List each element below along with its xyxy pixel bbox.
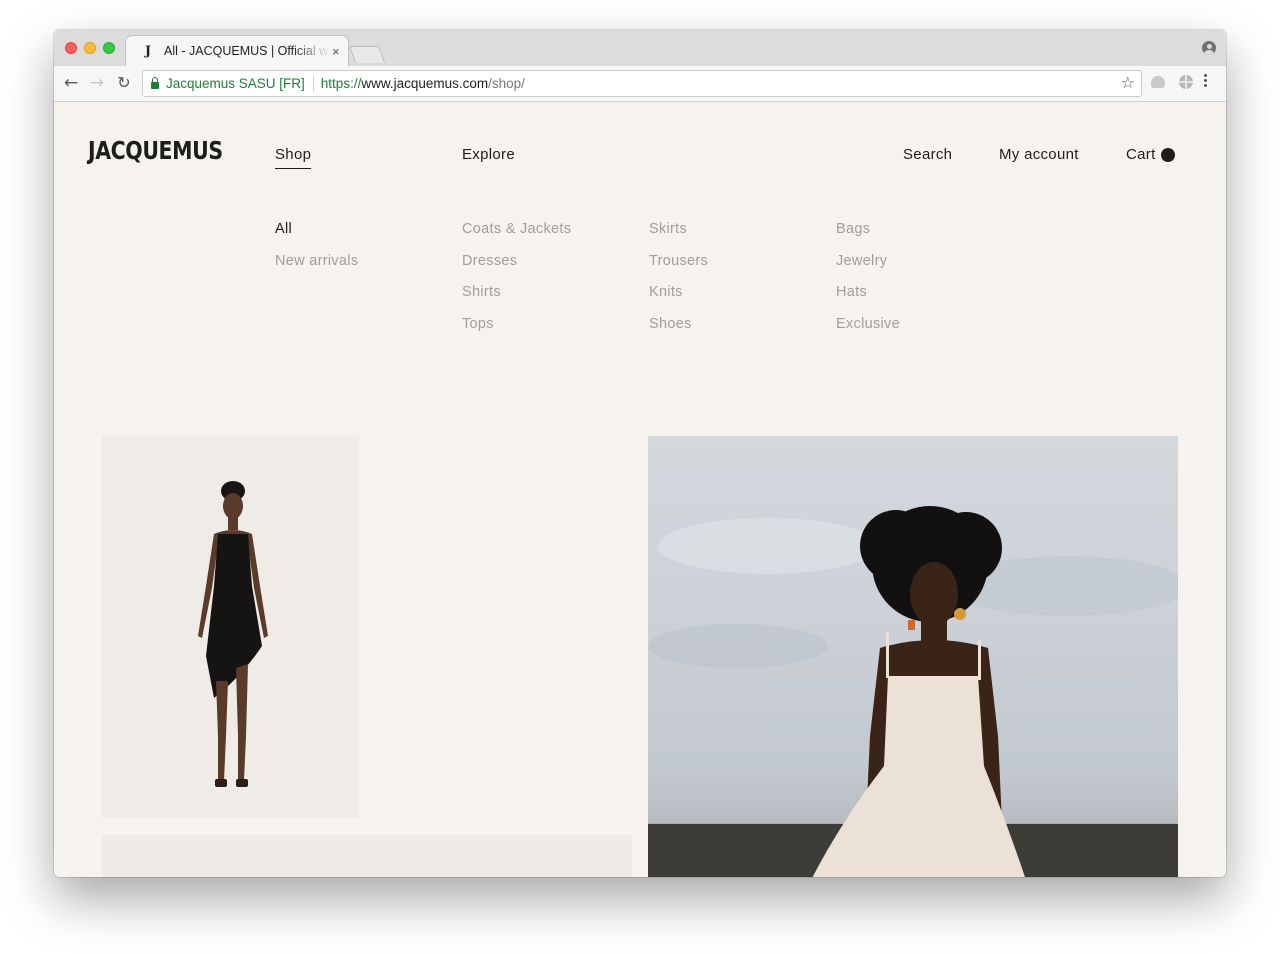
shop-menu-column-3: Skirts Trousers Knits Shoes (649, 214, 708, 341)
editorial-image[interactable] (648, 436, 1178, 877)
product-image-secondary[interactable] (102, 835, 632, 877)
tab-title: All - JACQUEMUS | Official website (164, 44, 330, 58)
browser-toolbar: ← → ↻ Jacquemus SASU [FR] https://www.ja… (54, 66, 1226, 102)
browser-tab[interactable]: J All - JACQUEMUS | Official website × (126, 36, 348, 66)
menu-item-jewelry[interactable]: Jewelry (836, 246, 900, 278)
menu-item-skirts[interactable]: Skirts (649, 214, 708, 246)
menu-item-hats[interactable]: Hats (836, 277, 900, 309)
favicon-icon: J (144, 43, 152, 59)
browser-window: J All - JACQUEMUS | Official website × ←… (54, 30, 1226, 877)
globe-extension-icon[interactable] (1179, 75, 1193, 89)
tab-close-icon[interactable]: × (332, 44, 340, 59)
extension-icon[interactable] (1151, 76, 1165, 88)
zoom-window-button[interactable] (103, 42, 115, 54)
menu-item-all[interactable]: All (275, 214, 358, 246)
editorial-model-figure (648, 506, 1178, 877)
menu-item-shirts[interactable]: Shirts (462, 277, 571, 309)
nav-search[interactable]: Search (903, 146, 952, 163)
shop-menu-column-4: Bags Jewelry Hats Exclusive (836, 214, 900, 341)
reload-icon[interactable]: ↻ (114, 72, 134, 94)
browser-menu-icon[interactable] (1204, 74, 1208, 89)
nav-cart[interactable]: Cart (1126, 146, 1175, 163)
nav-shop[interactable]: Shop (275, 146, 312, 169)
menu-item-exclusive[interactable]: Exclusive (836, 309, 900, 341)
nav-explore[interactable]: Explore (462, 146, 515, 163)
menu-item-new-arrivals[interactable]: New arrivals (275, 246, 358, 278)
omnibox-divider (312, 76, 314, 91)
lock-icon (151, 77, 159, 89)
site-logo[interactable]: JACQUEMUS (88, 136, 223, 165)
page-content: JACQUEMUS Shop Explore Search My account… (54, 102, 1226, 877)
model-figure (102, 436, 359, 818)
bookmark-star-icon[interactable]: ☆ (1121, 73, 1135, 92)
minimize-window-button[interactable] (84, 42, 96, 54)
url-path: /shop/ (488, 76, 525, 91)
url-scheme: https:// (320, 76, 362, 91)
url-host: www.jacquemus.com (361, 76, 489, 91)
cart-label: Cart (1126, 146, 1156, 163)
secure-site-label[interactable]: Jacquemus SASU [FR] (166, 76, 305, 91)
address-bar[interactable]: Jacquemus SASU [FR] https://www.jacquemu… (142, 70, 1142, 97)
close-window-button[interactable] (65, 42, 77, 54)
menu-item-coats-jackets[interactable]: Coats & Jackets (462, 214, 571, 246)
menu-item-tops[interactable]: Tops (462, 309, 571, 341)
menu-item-knits[interactable]: Knits (649, 277, 708, 309)
new-tab-button[interactable] (348, 46, 386, 63)
menu-item-shoes[interactable]: Shoes (649, 309, 708, 341)
menu-item-bags[interactable]: Bags (836, 214, 900, 246)
menu-item-dresses[interactable]: Dresses (462, 246, 571, 278)
forward-icon[interactable]: → (87, 72, 107, 94)
profile-icon[interactable] (1202, 41, 1216, 55)
product-image-black-dress[interactable] (102, 436, 359, 818)
shop-menu-column-1: All New arrivals (275, 214, 358, 277)
cart-indicator-icon (1160, 147, 1175, 162)
menu-item-trousers[interactable]: Trousers (649, 246, 708, 278)
shop-menu-column-2: Coats & Jackets Dresses Shirts Tops (462, 214, 571, 341)
nav-my-account[interactable]: My account (999, 146, 1079, 163)
back-icon[interactable]: ← (61, 72, 81, 94)
tab-bar: J All - JACQUEMUS | Official website × (54, 30, 1226, 66)
